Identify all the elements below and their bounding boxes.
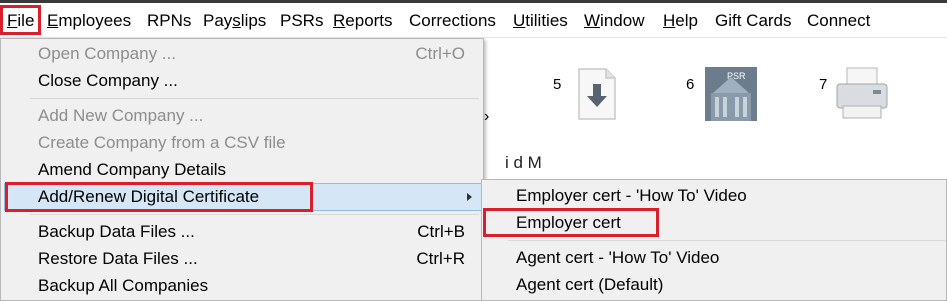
menu-bar: File Employees RPNs Payslips PSRs Report… bbox=[0, 3, 947, 38]
menu-item-add-renew-cert[interactable]: Add/Renew Digital Certificate bbox=[38, 185, 259, 209]
file-dropdown-menu: Open Company ... Ctrl+O Close Company ..… bbox=[0, 38, 484, 301]
menu-rpns[interactable]: RPNs bbox=[147, 10, 191, 32]
submenu-item-agent-cert[interactable]: Agent cert (Default) bbox=[516, 273, 663, 297]
menu-item-close-company[interactable]: Close Company ... bbox=[38, 69, 178, 93]
menu-separator bbox=[30, 98, 479, 99]
menu-employees[interactable]: Employees bbox=[47, 10, 131, 32]
menu-psrs[interactable]: PSRs bbox=[280, 10, 323, 32]
submenu-item-employer-video[interactable]: Employer cert - 'How To' Video bbox=[516, 184, 747, 208]
menu-utilities[interactable]: Utilities bbox=[513, 10, 568, 32]
step-number-6: 6 bbox=[686, 76, 695, 93]
menu-gutter bbox=[2, 39, 26, 300]
menu-separator bbox=[508, 240, 946, 241]
step-number-7: 7 bbox=[819, 76, 828, 93]
submenu-arrow-icon bbox=[467, 193, 472, 201]
menu-item-add-new-company[interactable]: Add New Company ... bbox=[38, 104, 203, 128]
menu-item-create-company-csv[interactable]: Create Company from a CSV file bbox=[38, 131, 286, 155]
menu-file[interactable]: File bbox=[7, 10, 34, 32]
obscured-instruction-text: i d M bbox=[505, 153, 542, 172]
menu-item-open-company[interactable]: Open Company ... bbox=[38, 42, 176, 66]
menu-gift-cards[interactable]: Gift Cards bbox=[715, 10, 792, 32]
menu-reports[interactable]: Reports bbox=[333, 10, 393, 32]
menu-item-restore-data[interactable]: Restore Data Files ... bbox=[38, 247, 198, 271]
digital-cert-submenu: Employer cert - 'How To' Video Employer … bbox=[481, 179, 947, 301]
menu-payslips[interactable]: Payslips bbox=[203, 10, 266, 32]
download-icon[interactable] bbox=[576, 66, 618, 127]
shortcut-open-company: Ctrl+O bbox=[415, 44, 465, 63]
submenu-item-employer-cert[interactable]: Employer cert bbox=[516, 211, 621, 235]
partial-arrow-glyph: › bbox=[484, 108, 490, 125]
shortcut-restore: Ctrl+R bbox=[416, 249, 465, 268]
menu-connect[interactable]: Connect bbox=[807, 10, 870, 32]
submenu-item-agent-video[interactable]: Agent cert - 'How To' Video bbox=[516, 246, 719, 270]
step-number-5: 5 bbox=[553, 76, 562, 93]
menu-item-amend-company[interactable]: Amend Company Details bbox=[38, 158, 226, 182]
menu-help[interactable]: Help bbox=[663, 10, 698, 32]
printer-icon[interactable] bbox=[833, 66, 891, 127]
menu-item-backup-data[interactable]: Backup Data Files ... bbox=[38, 220, 195, 244]
shortcut-backup: Ctrl+B bbox=[417, 222, 465, 241]
psr-building-icon[interactable]: PSR bbox=[705, 67, 757, 126]
menu-item-backup-all[interactable]: Backup All Companies bbox=[38, 274, 208, 298]
menu-window[interactable]: Window bbox=[584, 10, 644, 32]
psr-label: PSR bbox=[727, 71, 746, 81]
menu-corrections[interactable]: Corrections bbox=[409, 10, 496, 32]
menu-separator bbox=[30, 214, 479, 215]
